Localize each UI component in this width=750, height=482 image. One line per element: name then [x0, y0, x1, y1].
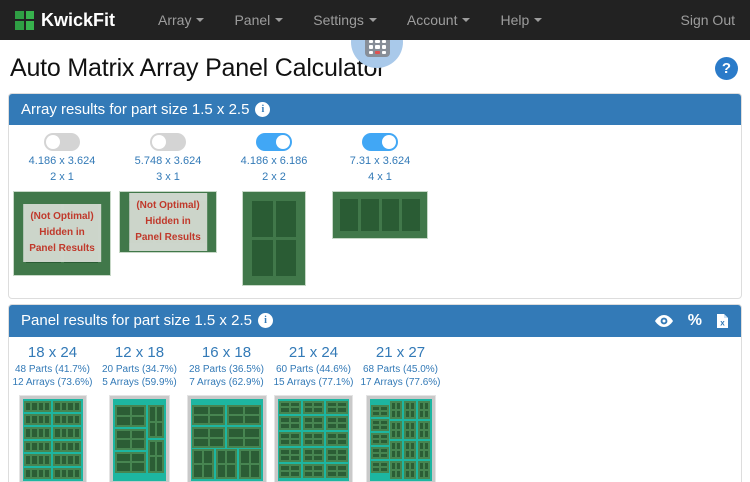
- panel-preview-image: [188, 396, 266, 482]
- excel-export-icon[interactable]: x: [716, 313, 729, 329]
- panel-preview-image: [367, 396, 435, 482]
- panel-preview: [188, 390, 266, 482]
- panel-preview-image: [275, 396, 352, 482]
- nav-item-array[interactable]: Array: [143, 0, 219, 40]
- panel-results-title: Panel results for part size 1.5 x 2.5: [21, 312, 252, 329]
- array-matrix-label: 2 x 2: [262, 170, 286, 186]
- not-optimal-overlay: (Not Optimal)Hidden inPanel Results: [129, 193, 207, 251]
- chevron-down-icon: [369, 18, 377, 22]
- array-options-row: 4.186 x 3.624 2 x 1 (Not Optimal)Hidden …: [9, 125, 741, 298]
- panel-size-title: 12 x 18: [115, 344, 164, 361]
- not-optimal-overlay: (Not Optimal)Hidden inPanel Results: [23, 204, 101, 262]
- panel-card: 21 x 27 68 Parts (45.0%) 17 Arrays (77.6…: [357, 342, 444, 482]
- panel-preview: [110, 390, 169, 482]
- eye-icon[interactable]: [654, 314, 674, 328]
- nav-item-account[interactable]: Account: [392, 0, 486, 40]
- array-preview: (Not Optimal)Hidden inPanel Results: [13, 191, 111, 276]
- nav-item-settings[interactable]: Settings: [298, 0, 392, 40]
- array-matrix-label: 4 x 1: [368, 170, 392, 186]
- array-matrix-label: 3 x 1: [156, 170, 180, 186]
- array-size-label: 4.186 x 3.624: [29, 154, 96, 170]
- nav-item-help[interactable]: Help: [485, 0, 557, 40]
- array-option-toggle[interactable]: [362, 133, 398, 151]
- array-preview: [332, 191, 428, 239]
- panel-parts-stat: 68 Parts (45.0%): [363, 363, 438, 377]
- info-icon[interactable]: i: [255, 102, 270, 117]
- array-size-label: 4.186 x 6.186: [241, 154, 308, 170]
- panel-size-title: 21 x 27: [376, 344, 425, 361]
- panel-header-tools: % x: [654, 312, 729, 330]
- array-option-4x1: 7.31 x 3.624 4 x 1: [327, 131, 433, 286]
- navbar: KwickFit Array Panel Settings Account He…: [0, 0, 750, 40]
- array-preview-image: [242, 191, 306, 286]
- panel-preview: [275, 390, 352, 482]
- panel-preview-image: [20, 396, 86, 482]
- chevron-down-icon: [275, 18, 283, 22]
- panel-size-title: 16 x 18: [202, 344, 251, 361]
- panel-card: 16 x 18 28 Parts (36.5%) 7 Arrays (62.9%…: [183, 342, 270, 482]
- array-preview-image: [332, 191, 428, 239]
- percent-icon[interactable]: %: [688, 312, 702, 330]
- array-preview: (Not Optimal)Hidden inPanel Results: [119, 191, 217, 253]
- array-size-label: 7.31 x 3.624: [350, 154, 411, 170]
- panel-cards-row: 18 x 24 48 Parts (41.7%) 12 Arrays (73.6…: [9, 337, 741, 482]
- panel-arrays-stat: 7 Arrays (62.9%): [189, 376, 263, 390]
- panel-results-section: Panel results for part size 1.5 x 2.5 i …: [8, 304, 742, 482]
- nav-item-panel[interactable]: Panel: [219, 0, 298, 40]
- navbar-brand[interactable]: KwickFit: [15, 10, 115, 31]
- array-option-toggle[interactable]: [150, 133, 186, 151]
- brand-label: KwickFit: [41, 10, 115, 31]
- panel-arrays-stat: 17 Arrays (77.6%): [360, 376, 440, 390]
- array-preview-image: (Not Optimal)Hidden inPanel Results: [119, 191, 217, 253]
- nav-menu: Array Panel Settings Account Help: [143, 0, 557, 40]
- array-option-2x2: 4.186 x 6.186 2 x 2: [221, 131, 327, 286]
- panel-arrays-stat: 5 Arrays (59.9%): [102, 376, 176, 390]
- array-preview: [242, 191, 306, 286]
- array-option-3x1: 5.748 x 3.624 3 x 1 (Not Optimal)Hidden …: [115, 131, 221, 286]
- panel-card: 18 x 24 48 Parts (41.7%) 12 Arrays (73.6…: [9, 342, 96, 482]
- chevron-down-icon: [196, 18, 204, 22]
- panel-arrays-stat: 12 Arrays (73.6%): [12, 376, 92, 390]
- kwickfit-logo-icon: [15, 11, 34, 30]
- panel-size-title: 21 x 24: [289, 344, 338, 361]
- panel-parts-stat: 60 Parts (44.6%): [276, 363, 351, 377]
- panel-preview-image: [110, 396, 169, 482]
- help-icon[interactable]: ?: [715, 57, 738, 80]
- chevron-down-icon: [534, 18, 542, 22]
- panel-results-header: Panel results for part size 1.5 x 2.5 i …: [9, 305, 741, 337]
- panel-size-title: 18 x 24: [28, 344, 77, 361]
- panel-preview: [367, 390, 435, 482]
- panel-parts-stat: 20 Parts (34.7%): [102, 363, 177, 377]
- panel-arrays-stat: 15 Arrays (77.1%): [273, 376, 353, 390]
- array-results-title: Array results for part size 1.5 x 2.5: [21, 101, 249, 118]
- info-icon[interactable]: i: [258, 313, 273, 328]
- array-option-toggle[interactable]: [44, 133, 80, 151]
- sign-out-link[interactable]: Sign Out: [681, 12, 735, 28]
- array-results-header: Array results for part size 1.5 x 2.5 i: [9, 94, 741, 125]
- panel-preview: [20, 390, 86, 482]
- array-results-section: Array results for part size 1.5 x 2.5 i …: [8, 93, 742, 299]
- panel-parts-stat: 48 Parts (41.7%): [15, 363, 90, 377]
- panel-card: 12 x 18 20 Parts (34.7%) 5 Arrays (59.9%…: [96, 342, 183, 482]
- array-size-label: 5.748 x 3.624: [135, 154, 202, 170]
- array-option-toggle[interactable]: [256, 133, 292, 151]
- panel-parts-stat: 28 Parts (36.5%): [189, 363, 264, 377]
- panel-card: 21 x 24 60 Parts (44.6%) 15 Arrays (77.1…: [270, 342, 357, 482]
- array-matrix-label: 2 x 1: [50, 170, 74, 186]
- svg-text:x: x: [720, 318, 725, 327]
- array-option-2x1: 4.186 x 3.624 2 x 1 (Not Optimal)Hidden …: [9, 131, 115, 286]
- array-preview-image: (Not Optimal)Hidden inPanel Results: [13, 191, 111, 276]
- page-title: Auto Matrix Array Panel Calculator: [10, 54, 385, 83]
- chevron-down-icon: [462, 18, 470, 22]
